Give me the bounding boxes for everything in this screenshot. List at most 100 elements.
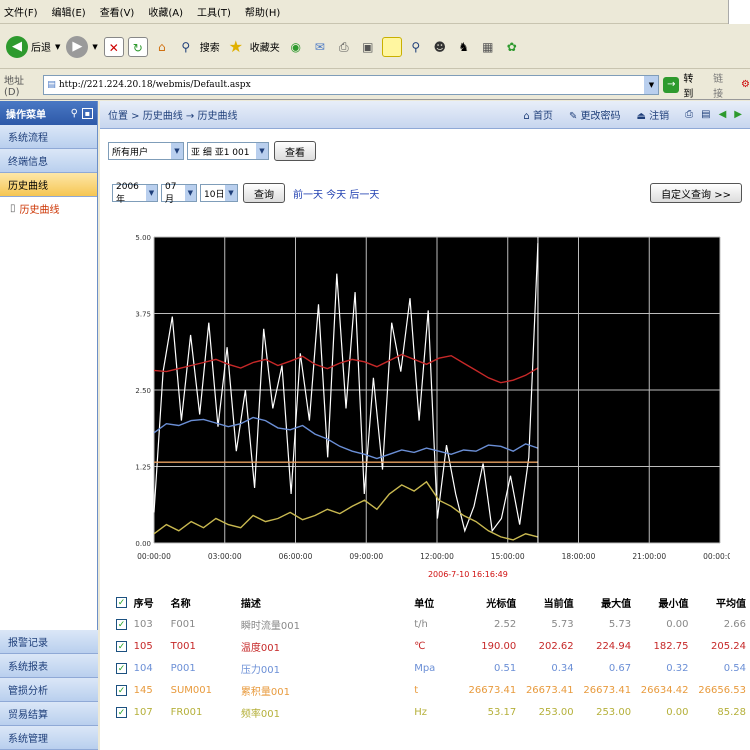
sidebar-item-system-report[interactable]: 系统报表 — [0, 654, 98, 678]
forward-button[interactable]: ▶ ▼ — [66, 35, 98, 58]
x-tick-label: 09:00:00 — [349, 552, 383, 561]
windows-logo-icon — [728, 0, 750, 24]
col-min: 最小值 — [658, 598, 689, 610]
chevron-down-icon: ▼ — [171, 143, 183, 159]
sidebar-item-trade-settlement[interactable]: 贸易结算 — [0, 702, 98, 726]
user-select[interactable]: 所有用户 ▼ — [108, 142, 184, 160]
device-select[interactable]: 亚 细 亚1 001 ▼ — [187, 142, 269, 160]
legend-desc: 累积量001 — [240, 686, 290, 698]
sidebar-item-history-curve[interactable]: 历史曲线 — [0, 173, 97, 197]
checkbox-icon: ✓ — [116, 640, 127, 652]
legend-max-value: 253.00 — [596, 706, 632, 718]
change-password-link[interactable]: ✎ 更改密码 — [569, 107, 629, 122]
sidebar-item-system-flow[interactable]: 系统流程 — [0, 125, 97, 149]
qq-icon[interactable]: ♞ — [454, 37, 474, 57]
print-icon[interactable]: ⎙ — [685, 109, 693, 120]
series-checkbox[interactable]: ✓ — [116, 613, 134, 635]
cursor-time-label: 2006-7-10 16:16:49 — [428, 570, 508, 579]
x-tick-label: 06:00:00 — [279, 552, 313, 561]
chevron-down-icon: ▼ — [184, 185, 196, 201]
go-button[interactable]: → 转到 — [663, 70, 703, 100]
sidebar-item-system-management[interactable]: 系统管理 — [0, 726, 98, 750]
logout-label: 注销 — [649, 111, 670, 122]
logout-link[interactable]: ⏏ 注销 — [637, 107, 678, 122]
menu-edit[interactable]: 编辑(E) — [52, 4, 86, 19]
address-input[interactable]: ▤ http://221.224.20.18/webmis/Default.as… — [43, 74, 660, 95]
links-label[interactable]: 链接 — [713, 70, 733, 100]
edit-icon[interactable]: ▣ — [358, 37, 378, 57]
back-button[interactable]: ◀ 后退 ▼ — [6, 35, 60, 58]
calculator-icon[interactable]: ▦ — [478, 37, 498, 57]
year-select-value: 2006年 — [116, 181, 139, 205]
menu-view[interactable]: 查看(V) — [100, 4, 135, 19]
main-content: 位置 > 历史曲线 → 历史曲线 ⌂ 首页 ✎ 更改密码 ⏏ 注销 ⎙ ▤ ◀ … — [100, 101, 750, 750]
day-select[interactable]: 10日 ▼ — [200, 184, 238, 202]
print-icon[interactable]: ⎙ — [334, 37, 354, 57]
series-checkbox[interactable]: ✓ — [116, 657, 134, 679]
menu-file[interactable]: 文件(F) — [4, 4, 38, 19]
select-all-checkbox[interactable]: ✓ — [116, 591, 134, 613]
legend-unit: t — [414, 684, 419, 696]
sidebar-item-pipe-loss[interactable]: 管损分析 — [0, 678, 98, 702]
series-checkbox[interactable]: ✓ — [116, 679, 134, 701]
document-icon: ▯ — [10, 202, 16, 214]
settings-icon[interactable]: ⚙ — [741, 79, 750, 90]
menu-help[interactable]: 帮助(H) — [245, 4, 280, 19]
x-tick-label: 18:00:00 — [562, 552, 596, 561]
legend-name: FR001 — [170, 706, 203, 718]
search-icon[interactable]: ⚲ — [71, 108, 78, 119]
legend-unit: ℃ — [414, 640, 426, 652]
search-button[interactable]: ⚲ 搜索 — [176, 37, 219, 57]
sidebar-item-terminal-info[interactable]: 终端信息 — [0, 149, 97, 173]
plugin-icon[interactable]: ✿ — [502, 37, 522, 57]
mail-icon[interactable]: ✉ — [310, 37, 330, 57]
messenger-icon[interactable]: ☻ — [430, 37, 450, 57]
legend-unit: t/h — [414, 618, 428, 630]
chevron-down-icon[interactable]: ▼ — [55, 43, 60, 51]
month-select[interactable]: 07月 ▼ — [161, 181, 197, 205]
year-select[interactable]: 2006年 ▼ — [112, 181, 158, 205]
preview-icon[interactable]: ▤ — [701, 109, 710, 120]
research-icon[interactable]: ⚲ — [406, 37, 426, 57]
chevron-down-icon[interactable]: ▼ — [644, 75, 659, 94]
user-select-value: 所有用户 — [112, 147, 149, 158]
col-desc: 描述 — [240, 598, 261, 610]
series-checkbox[interactable]: ✓ — [116, 701, 134, 723]
chevron-down-icon: ▼ — [256, 143, 268, 159]
chevron-down-icon: ▼ — [145, 185, 157, 201]
view-button[interactable]: 查看 — [274, 141, 316, 161]
menu-tools[interactable]: 工具(T) — [197, 4, 231, 19]
sidebar-item-alarm-records[interactable]: 报警记录 — [0, 630, 98, 654]
back-circle-icon[interactable]: ◀ — [719, 109, 727, 120]
chevron-down-icon[interactable]: ▼ — [92, 43, 97, 51]
sidebar-header: 操作菜单 ⚲ ▪ — [0, 101, 97, 125]
month-select-value: 07月 — [165, 181, 177, 205]
custom-query-button[interactable]: 自定义查询 >> — [650, 183, 742, 203]
home-link[interactable]: ⌂ 首页 — [523, 107, 561, 122]
forward-circle-icon[interactable]: ▶ — [734, 109, 742, 120]
legend-max-value: 26673.41 — [583, 684, 632, 696]
y-tick-label: 3.75 — [135, 311, 151, 319]
history-icon[interactable]: ◉ — [286, 37, 306, 57]
legend-unit: Mpa — [414, 662, 436, 674]
legend-avg-value: 205.24 — [711, 640, 746, 652]
col-max: 最大值 — [601, 598, 632, 610]
checkbox-icon: ✓ — [116, 596, 127, 608]
stop-icon[interactable]: ✕ — [103, 36, 124, 57]
legend-desc: 瞬时流量001 — [240, 620, 300, 632]
query-button[interactable]: 查询 — [243, 183, 285, 203]
legend-desc: 频率001 — [240, 708, 280, 720]
sidebar-item-label: 报警记录 — [8, 638, 48, 649]
legend-max-value: 224.94 — [596, 640, 632, 652]
note-icon[interactable] — [381, 36, 402, 57]
menu-favorites[interactable]: 收藏(A) — [148, 4, 183, 19]
series-checkbox[interactable]: ✓ — [116, 635, 134, 657]
legend-max-value: 0.67 — [608, 662, 632, 674]
collapse-icon[interactable]: ▪ — [82, 107, 93, 119]
day-navigation-links[interactable]: 前一天 今天 后一天 — [293, 186, 379, 201]
breadcrumb: 位置 > 历史曲线 → 历史曲线 — [108, 111, 238, 122]
refresh-icon[interactable]: ↻ — [127, 36, 148, 57]
favorites-button[interactable]: ★ 收藏夹 — [226, 37, 280, 57]
sidebar-subitem-history-curve[interactable]: ▯ 历史曲线 — [0, 197, 97, 219]
home-icon[interactable]: ⌂ — [152, 37, 172, 57]
